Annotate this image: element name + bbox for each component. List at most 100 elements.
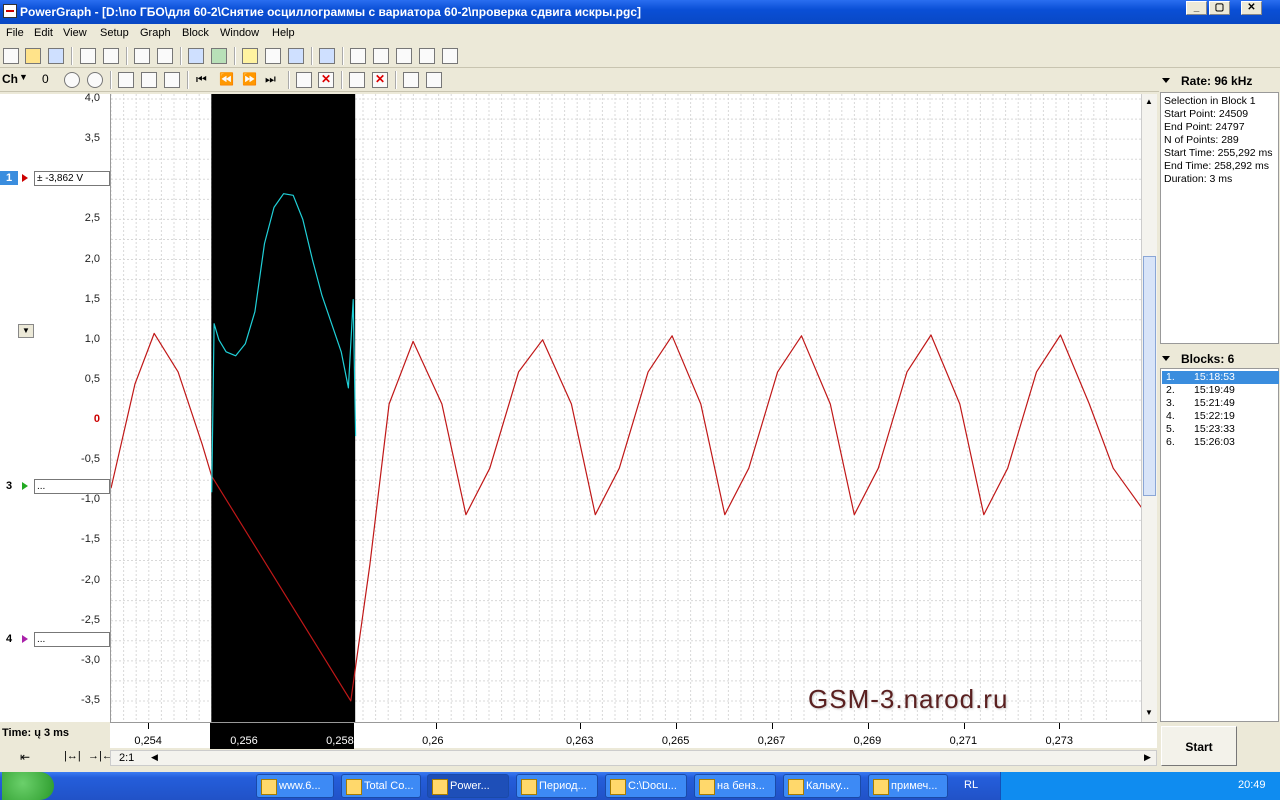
- start-button[interactable]: Start: [1161, 726, 1237, 766]
- new-file-icon[interactable]: [3, 48, 19, 64]
- histogram-icon[interactable]: [419, 48, 435, 64]
- task-benzin[interactable]: на бенз...: [694, 774, 776, 798]
- fit-icon[interactable]: [164, 72, 180, 88]
- close-button[interactable]: ✕: [1241, 1, 1262, 15]
- channel-4-value[interactable]: ...: [34, 632, 110, 647]
- rewind-icon[interactable]: ⏪: [219, 72, 234, 86]
- horizontal-scrollbar[interactable]: 2:1 ◀ ▶: [110, 750, 1157, 766]
- rate-dropdown-icon[interactable]: [1162, 78, 1170, 83]
- task-period[interactable]: Период...: [516, 774, 598, 798]
- title-bar: PowerGraph - [D:\по ГБО\для 60-2\Снятие …: [0, 0, 1280, 24]
- oscillogram-plot[interactable]: [110, 94, 1141, 722]
- monitor-icon[interactable]: [288, 48, 304, 64]
- scroll-down-icon[interactable]: ▼: [1145, 708, 1153, 717]
- export-icon[interactable]: [134, 48, 150, 64]
- menu-window[interactable]: Window: [220, 27, 259, 39]
- settings-icon[interactable]: [188, 48, 204, 64]
- channel-3-value[interactable]: ...: [34, 479, 110, 494]
- task-notes[interactable]: примеч...: [868, 774, 948, 798]
- fit-width-icon[interactable]: |↔|: [64, 750, 81, 762]
- forward-icon[interactable]: ⏩: [242, 72, 257, 86]
- x-tick-mark: [340, 723, 342, 729]
- block-item[interactable]: 4. 15:22:19: [1162, 410, 1279, 423]
- x-tick-mark: [436, 723, 438, 729]
- menu-help[interactable]: Help: [272, 27, 295, 39]
- collapse-icon[interactable]: [426, 72, 442, 88]
- language-indicator[interactable]: RL: [964, 779, 978, 791]
- channel-dropdown-icon[interactable]: ▼: [19, 72, 33, 88]
- y-tick-label: -0,5: [81, 453, 100, 466]
- menu-setup[interactable]: Setup: [100, 27, 129, 39]
- scroll-right-icon[interactable]: ▶: [1144, 752, 1151, 763]
- device-icon[interactable]: [211, 48, 227, 64]
- copy-icon[interactable]: [80, 48, 96, 64]
- paste-icon[interactable]: [103, 48, 119, 64]
- block-item[interactable]: 1. 15:18:53: [1162, 371, 1279, 384]
- rate-header[interactable]: Rate: 96 kHz: [1159, 72, 1280, 90]
- oscillogram-chart[interactable]: [111, 94, 1141, 722]
- delete-block-icon[interactable]: [318, 72, 334, 88]
- expand-icon[interactable]: [403, 72, 419, 88]
- channel-1-value[interactable]: ± -3,862 V: [34, 171, 110, 186]
- channel-3-row[interactable]: 3 ...: [0, 479, 110, 494]
- rate-label: Rate: 96 kHz: [1181, 74, 1253, 88]
- pin-icon[interactable]: ⇤: [20, 750, 30, 764]
- remove-block-icon[interactable]: [372, 72, 388, 88]
- task-opera[interactable]: www.6...: [256, 774, 334, 798]
- selection-line: End Time: 258,292 ms: [1164, 160, 1270, 172]
- windows-start-orb[interactable]: [2, 772, 54, 800]
- menu-graph[interactable]: Graph: [140, 27, 171, 39]
- record-icon[interactable]: [242, 48, 258, 64]
- blocks-dropdown-icon[interactable]: [1162, 356, 1170, 361]
- calculator-icon[interactable]: [319, 48, 335, 64]
- horizontal-scroll-track[interactable]: [163, 752, 1143, 764]
- scale-vertical-icon[interactable]: [118, 72, 134, 88]
- menu-file[interactable]: File: [6, 27, 24, 39]
- selection-line: Selection in Block 1: [1164, 95, 1256, 107]
- task-powergraph[interactable]: Power...: [427, 774, 509, 798]
- x-tick-label: 0,254: [134, 735, 162, 747]
- fft-icon[interactable]: [373, 48, 389, 64]
- open-folder-icon[interactable]: [25, 48, 41, 64]
- scroll-left-icon[interactable]: ◀: [151, 752, 158, 763]
- save-icon[interactable]: [48, 48, 64, 64]
- minimize-button[interactable]: _: [1186, 1, 1207, 15]
- filter-icon[interactable]: [396, 48, 412, 64]
- task-total-commander[interactable]: Total Co...: [341, 774, 421, 798]
- menu-edit[interactable]: Edit: [34, 27, 53, 39]
- first-icon[interactable]: ⏮: [196, 72, 207, 87]
- print-icon[interactable]: [157, 48, 173, 64]
- block-item[interactable]: 3. 15:21:49: [1162, 397, 1279, 410]
- block-item[interactable]: 5. 15:23:33: [1162, 423, 1279, 436]
- task-documents[interactable]: C:\Docu...: [605, 774, 687, 798]
- task-calculator[interactable]: Кальку...: [783, 774, 861, 798]
- last-icon[interactable]: ⏭: [265, 72, 276, 87]
- channel-4-number[interactable]: 4: [0, 632, 18, 646]
- zoom-in-icon[interactable]: [64, 72, 80, 88]
- select-block-icon[interactable]: [296, 72, 312, 88]
- channel-1-number[interactable]: 1: [0, 171, 18, 185]
- vertical-scrollbar[interactable]: ▲ ▼: [1141, 94, 1157, 722]
- restore-button[interactable]: ▢: [1209, 1, 1230, 15]
- spectrum-icon[interactable]: [442, 48, 458, 64]
- y-tick-label: 0,5: [84, 372, 100, 385]
- menu-view[interactable]: View: [63, 27, 87, 39]
- zoom-analysis-icon[interactable]: [350, 48, 366, 64]
- block-item[interactable]: 6. 15:26:03: [1162, 436, 1279, 449]
- copy-block-icon[interactable]: [349, 72, 365, 88]
- pen-icon[interactable]: [265, 48, 281, 64]
- channel-3-number[interactable]: 3: [0, 479, 18, 493]
- channel-4-arrow-icon: [22, 635, 28, 643]
- blocks-header[interactable]: Blocks: 6: [1159, 350, 1280, 368]
- menu-block[interactable]: Block: [182, 27, 209, 39]
- scale-horizontal-icon[interactable]: [141, 72, 157, 88]
- list-icon[interactable]: [50, 72, 58, 88]
- vertical-scroll-thumb[interactable]: [1143, 256, 1156, 496]
- scroll-up-icon[interactable]: ▲: [1145, 97, 1153, 106]
- x-tick-mark: [675, 723, 677, 729]
- channel-1-row[interactable]: 1 ± -3,862 V: [0, 171, 110, 186]
- zoom-out-icon[interactable]: [87, 72, 103, 88]
- channel-4-row[interactable]: 4 ...: [0, 632, 110, 647]
- channel-expand-icon[interactable]: ▼: [18, 324, 34, 338]
- block-item[interactable]: 2. 15:19:49: [1162, 384, 1279, 397]
